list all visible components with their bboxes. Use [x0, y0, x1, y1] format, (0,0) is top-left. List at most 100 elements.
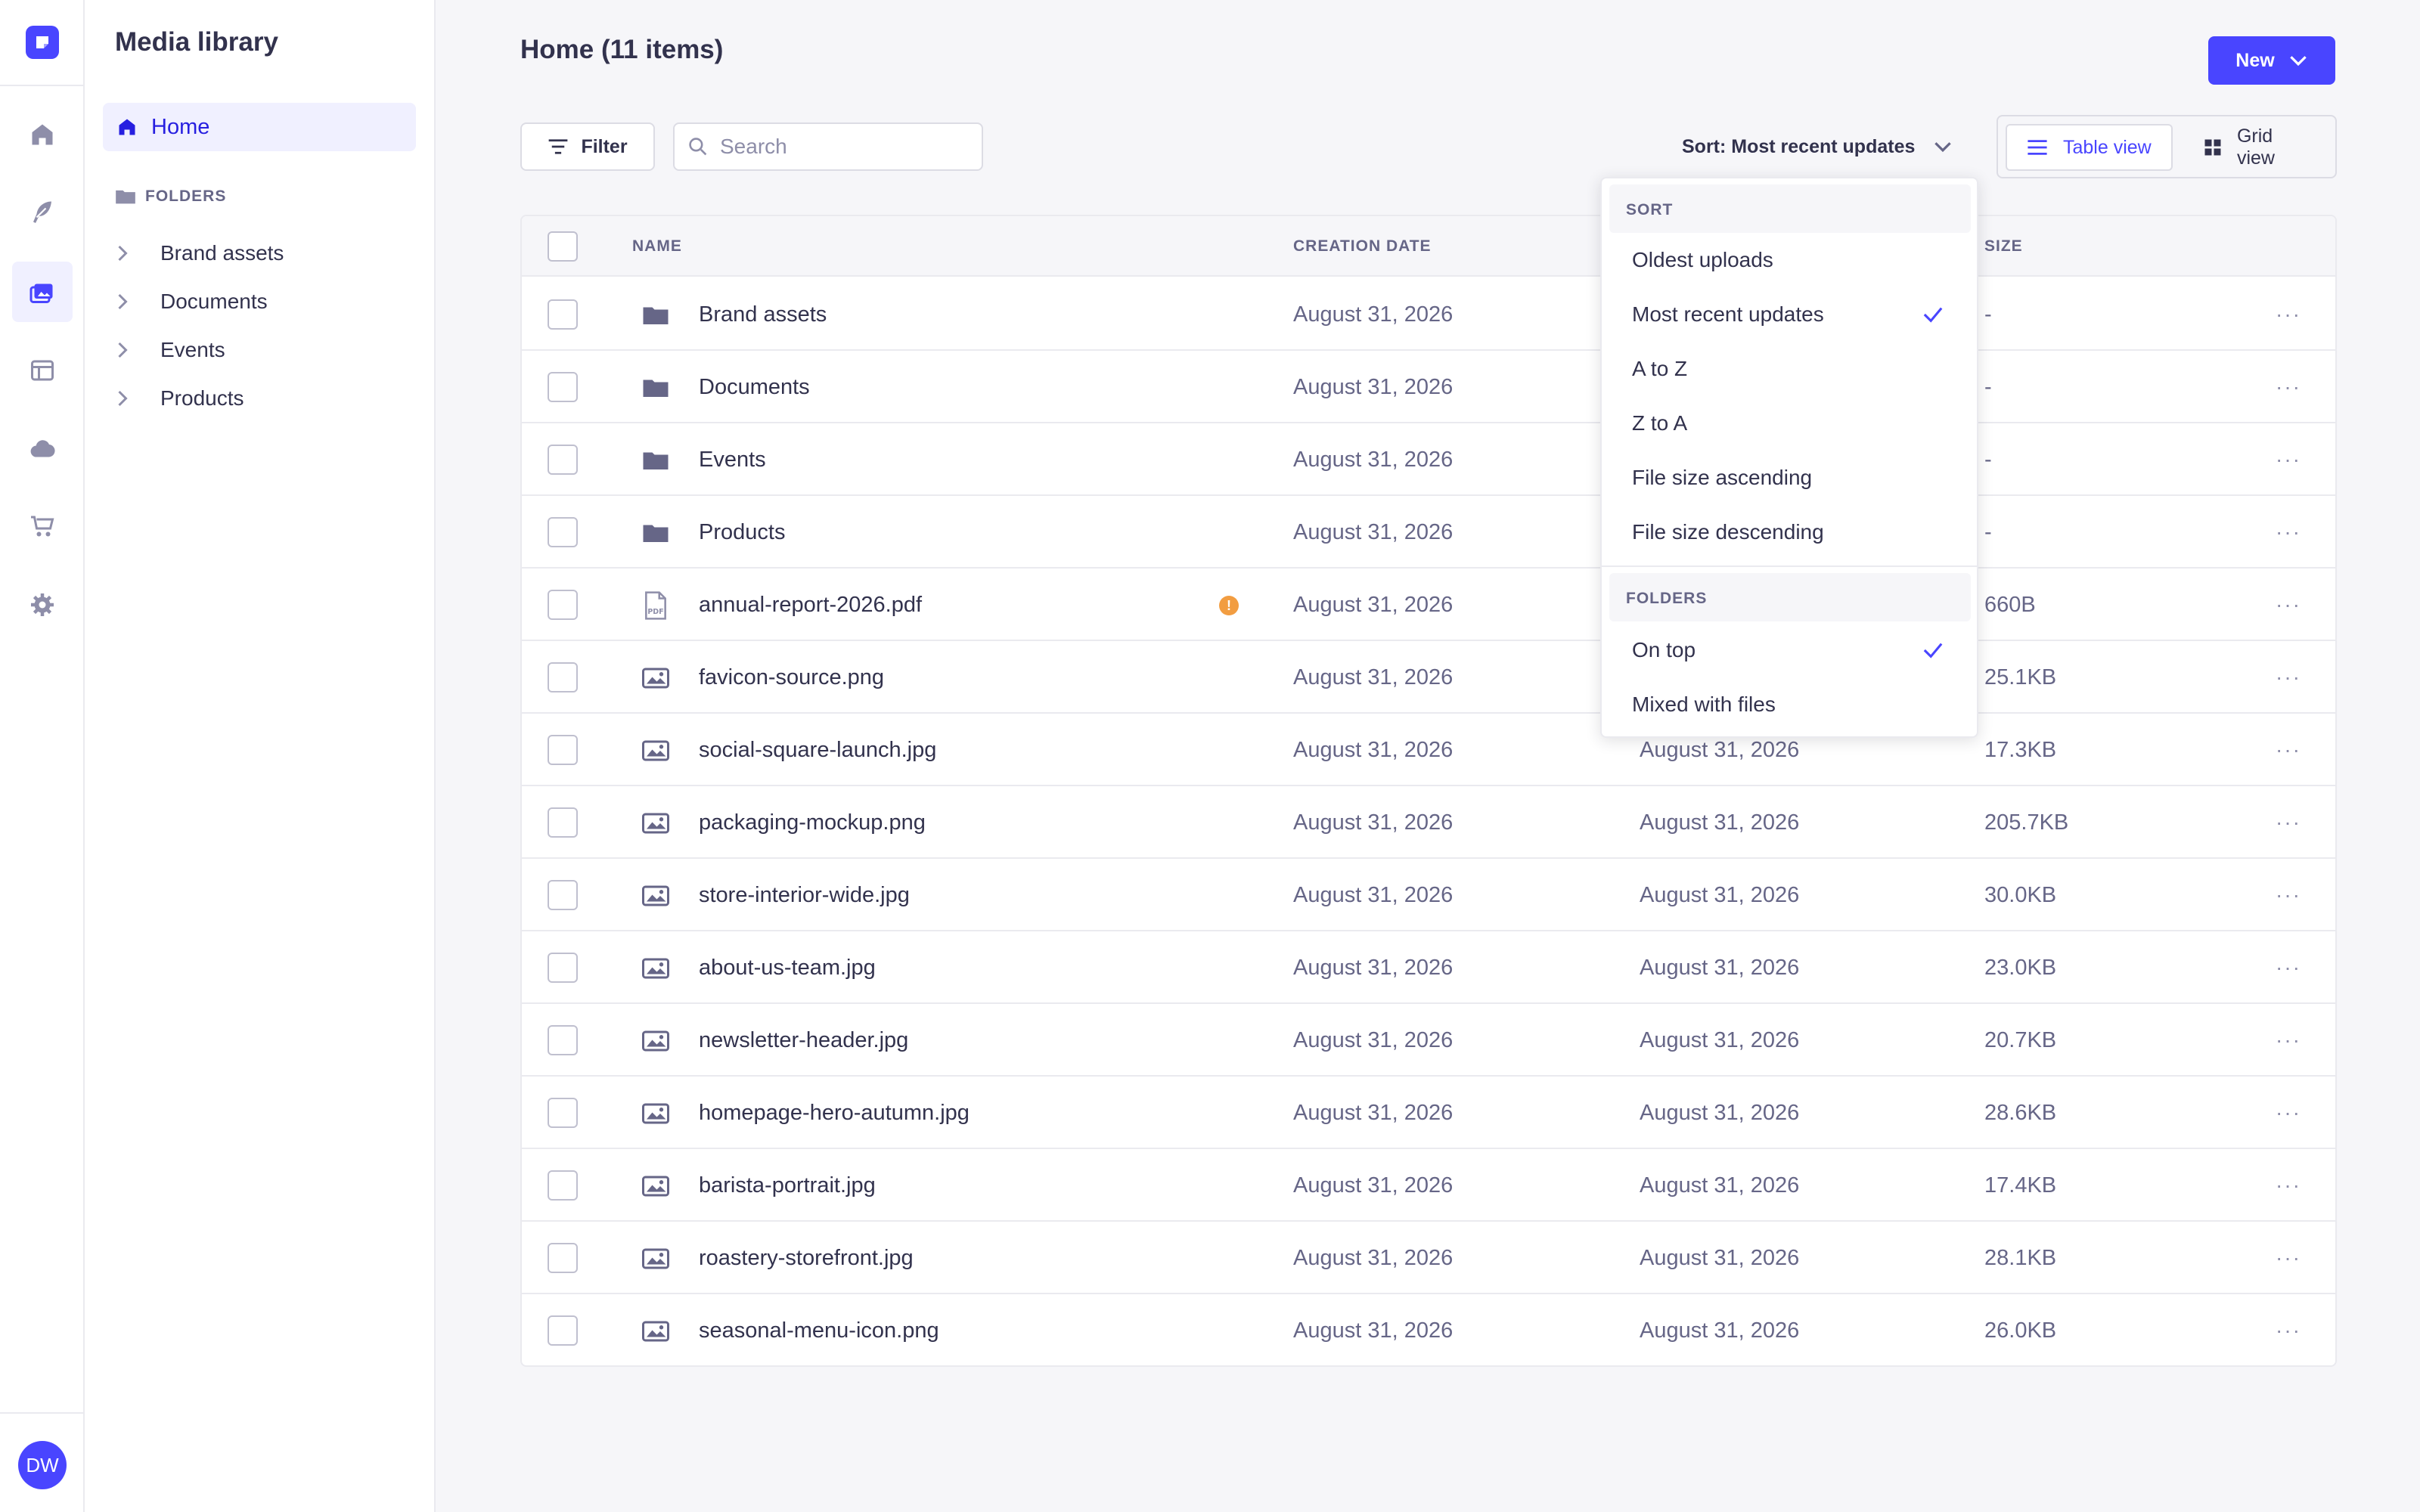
table-row[interactable]: homepage-hero-autumn.jpg August 31, 2026 A…	[522, 1077, 2335, 1149]
table-row[interactable]: Brand assets August 31, 2026 - ···	[522, 278, 2335, 351]
grid-view-button[interactable]: Grid view	[2184, 124, 2335, 171]
row-checkbox[interactable]	[548, 880, 578, 910]
subnav-folder-products[interactable]: Products	[115, 380, 244, 417]
row-checkbox[interactable]	[548, 1315, 578, 1346]
row-checkbox[interactable]	[548, 1243, 578, 1273]
row-checkbox[interactable]	[548, 299, 578, 330]
more-actions-button[interactable]: ···	[2273, 372, 2304, 402]
subnav-folder-documents[interactable]: Documents	[115, 283, 268, 321]
row-checkbox[interactable]	[548, 735, 578, 765]
more-actions-button[interactable]: ···	[2273, 1315, 2304, 1346]
table-row[interactable]: favicon-source.png August 31, 2026 25.1KB ·…	[522, 641, 2335, 714]
row-checkbox[interactable]	[548, 807, 578, 838]
more-actions-button[interactable]: ···	[2273, 880, 2304, 910]
chevron-right-icon[interactable]	[115, 389, 130, 407]
row-checkbox[interactable]	[548, 1098, 578, 1128]
file-name[interactable]: seasonal-menu-icon.png	[699, 1318, 939, 1343]
sort-option-most-recent-updates[interactable]: Most recent updates	[1609, 289, 1971, 340]
row-checkbox[interactable]	[548, 1170, 578, 1201]
table-row[interactable]: store-interior-wide.jpg August 31, 2026 Au…	[522, 859, 2335, 931]
select-all-checkbox[interactable]	[548, 231, 578, 262]
row-checkbox[interactable]	[548, 1025, 578, 1055]
search-input[interactable]	[720, 135, 962, 159]
table-row[interactable]: about-us-team.jpg August 31, 2026 August 3…	[522, 931, 2335, 1004]
nav-settings[interactable]	[12, 575, 73, 635]
more-actions-button[interactable]: ···	[2273, 807, 2304, 838]
table-row[interactable]: packaging-mockup.png August 31, 2026 Augus…	[522, 786, 2335, 859]
more-actions-button[interactable]: ···	[2273, 1170, 2304, 1201]
file-name[interactable]: store-interior-wide.jpg	[699, 883, 910, 908]
file-name[interactable]: packaging-mockup.png	[699, 810, 926, 835]
more-actions-button[interactable]: ···	[2273, 953, 2304, 983]
more-actions-button[interactable]: ···	[2273, 1025, 2304, 1055]
table-row[interactable]: seasonal-menu-icon.png August 31, 2026 Aug…	[522, 1294, 2335, 1365]
nav-marketplace[interactable]	[12, 496, 73, 556]
table-row[interactable]: social-square-launch.jpg August 31, 2026 A…	[522, 714, 2335, 786]
file-name[interactable]: Events	[699, 448, 766, 472]
subnav-item-home[interactable]: Home	[103, 103, 416, 151]
more-actions-button[interactable]: ···	[2273, 735, 2304, 765]
sort-option-file-size-descending[interactable]: File size descending	[1609, 507, 1971, 558]
sort-dropdown-trigger[interactable]: Sort: Most recent updates	[1682, 132, 1953, 162]
nav-media-library[interactable]	[12, 262, 73, 322]
row-checkbox[interactable]	[548, 517, 578, 547]
table-view-button[interactable]: Table view	[2006, 124, 2173, 171]
table-row[interactable]: Products August 31, 2026 - ···	[522, 496, 2335, 569]
nav-content-manager[interactable]	[12, 181, 73, 242]
file-name[interactable]: about-us-team.jpg	[699, 956, 876, 981]
file-name[interactable]: Documents	[699, 375, 810, 400]
file-name[interactable]: Products	[699, 520, 785, 545]
new-button[interactable]: New	[2208, 36, 2335, 85]
table-row[interactable]: roastery-storefront.jpg August 31, 2026 Au…	[522, 1222, 2335, 1294]
sort-menu: SORT Oldest uploads Most recent updates …	[1600, 177, 1978, 738]
file-name[interactable]: annual-report-2026.pdf	[699, 593, 922, 618]
more-actions-button[interactable]: ···	[2273, 299, 2304, 330]
folder-option-on-top[interactable]: On top	[1609, 624, 1971, 676]
filter-button[interactable]: Filter	[520, 122, 655, 171]
nav-cloud[interactable]	[12, 419, 73, 479]
more-actions-button[interactable]: ···	[2273, 517, 2304, 547]
table-row[interactable]: Documents August 31, 2026 - ···	[522, 351, 2335, 423]
row-checkbox[interactable]	[548, 445, 578, 475]
table-row[interactable]: PDF annual-report-2026.pdf! August 31, 202…	[522, 569, 2335, 641]
row-checkbox[interactable]	[548, 662, 578, 692]
sort-option-z-to-a[interactable]: Z to A	[1609, 398, 1971, 449]
nav-content-type-builder[interactable]	[12, 340, 73, 401]
subnav-folder-brand-assets[interactable]: Brand assets	[115, 234, 284, 272]
row-checkbox[interactable]	[548, 590, 578, 620]
sort-option-a-to-z[interactable]: A to Z	[1609, 343, 1971, 395]
file-name[interactable]: newsletter-header.jpg	[699, 1028, 908, 1053]
more-actions-button[interactable]: ···	[2273, 590, 2304, 620]
more-actions-button[interactable]: ···	[2273, 1243, 2304, 1273]
nav-home[interactable]	[12, 104, 73, 165]
chevron-right-icon[interactable]	[115, 341, 130, 359]
file-name[interactable]: roastery-storefront.jpg	[699, 1246, 914, 1271]
file-name[interactable]: barista-portrait.jpg	[699, 1173, 876, 1198]
table-row[interactable]: Events August 31, 2026 - ···	[522, 423, 2335, 496]
sort-option-file-size-ascending[interactable]: File size ascending	[1609, 452, 1971, 503]
table-row[interactable]: newsletter-header.jpg August 31, 2026 Augu…	[522, 1004, 2335, 1077]
folder-option-mixed-with-files[interactable]: Mixed with files	[1609, 679, 1971, 730]
column-header-size[interactable]: SIZE	[1984, 237, 2023, 256]
chevron-right-icon[interactable]	[115, 244, 130, 262]
subnav-folder-events[interactable]: Events	[115, 331, 225, 369]
file-name[interactable]: social-square-launch.jpg	[699, 738, 936, 763]
file-name[interactable]: Brand assets	[699, 302, 827, 327]
user-avatar[interactable]: DW	[18, 1441, 67, 1489]
more-actions-button[interactable]: ···	[2273, 662, 2304, 692]
file-type	[641, 301, 670, 330]
table-row[interactable]: barista-portrait.jpg August 31, 2026 Augus…	[522, 1149, 2335, 1222]
search-field[interactable]	[673, 122, 983, 171]
row-checkbox[interactable]	[548, 372, 578, 402]
chevron-right-icon[interactable]	[115, 293, 130, 311]
sort-option-oldest-uploads[interactable]: Oldest uploads	[1609, 234, 1971, 286]
row-checkbox[interactable]	[548, 953, 578, 983]
column-header-creation-date[interactable]: CREATION DATE	[1293, 237, 1432, 256]
file-type	[641, 519, 670, 547]
file-name[interactable]: favicon-source.png	[699, 665, 884, 690]
column-header-name[interactable]: NAME	[632, 237, 682, 256]
more-actions-button[interactable]: ···	[2273, 1098, 2304, 1128]
file-name[interactable]: homepage-hero-autumn.jpg	[699, 1101, 970, 1126]
brand-logo[interactable]	[26, 26, 59, 59]
more-actions-button[interactable]: ···	[2273, 445, 2304, 475]
